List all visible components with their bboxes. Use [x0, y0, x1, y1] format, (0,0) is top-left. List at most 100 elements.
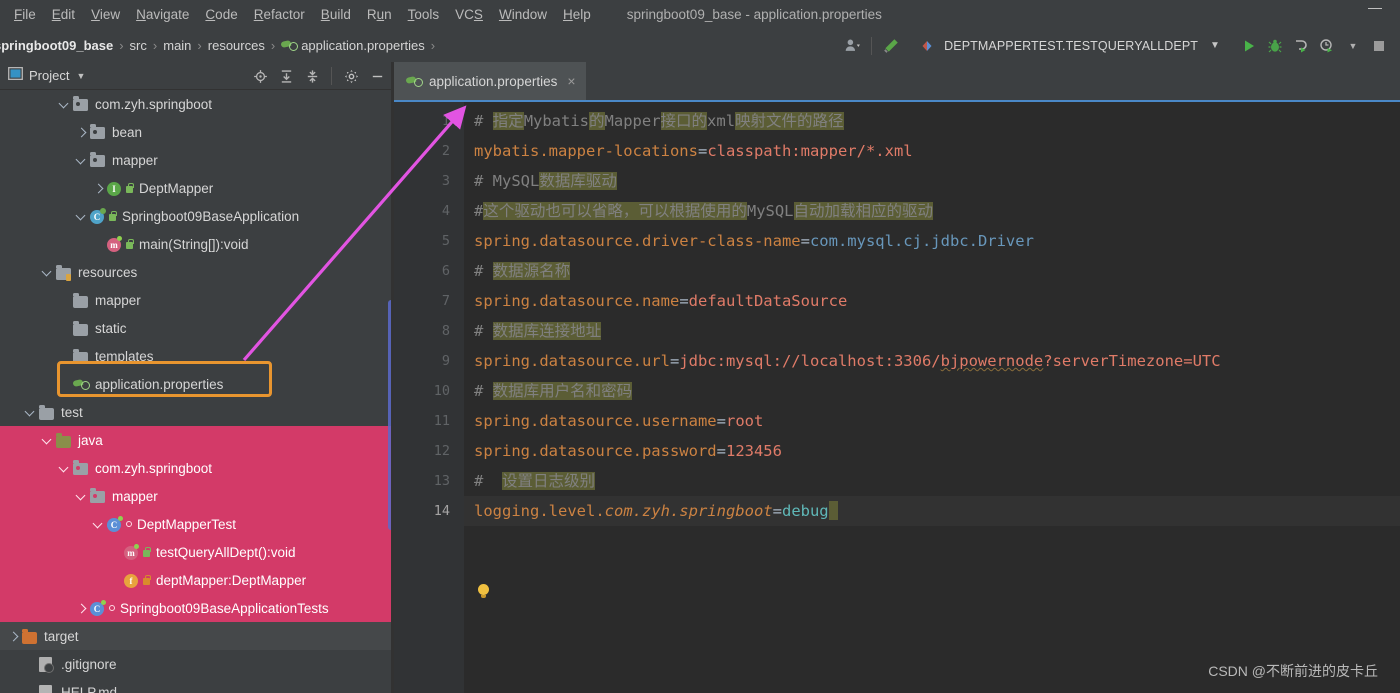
chevron-down-icon[interactable] [75, 210, 88, 223]
gutter-line-number[interactable]: 7 [442, 286, 450, 316]
tree-row[interactable]: mapper [0, 482, 394, 510]
menu-item-refactor[interactable]: Refactor [246, 0, 313, 29]
code-line[interactable]: spring.datasource.password=123456 [474, 436, 782, 466]
gutter-line-number[interactable]: 3 [442, 166, 450, 196]
run-with-coverage-icon[interactable] [1288, 34, 1314, 58]
code-line[interactable]: # 数据源名称 [474, 256, 571, 286]
menu-item-tools[interactable]: Tools [400, 0, 448, 29]
menu-item-vcs[interactable]: VCS [447, 0, 491, 29]
code-line[interactable]: # 设置日志级别 [474, 466, 596, 496]
breadcrumb-src[interactable]: src [130, 38, 147, 53]
editor-gutter[interactable]: 1 2 3 4 5 6 7 8 9 10 11 12 13 14 [394, 102, 464, 693]
chevron-down-icon[interactable]: ▼ [76, 71, 85, 81]
tree-row[interactable]: mapper [0, 286, 394, 314]
chevron-down-icon[interactable] [92, 518, 105, 531]
code-line[interactable]: spring.datasource.username=root [474, 406, 763, 436]
code-line[interactable]: logging.level.com.zyh.springboot=debug [464, 496, 1400, 526]
chevron-right-icon[interactable] [92, 182, 105, 195]
chevron-right-icon[interactable] [7, 630, 20, 643]
project-tree[interactable]: com.zyh.springboot bean mapper I DeptMapp… [0, 90, 394, 693]
code-line[interactable]: spring.datasource.driver-class-name=com.… [474, 226, 1034, 256]
hide-window-icon[interactable] [364, 64, 390, 88]
close-icon[interactable]: × [567, 73, 575, 89]
chevron-down-icon[interactable] [58, 462, 71, 475]
tree-row[interactable]: I DeptMapper [0, 174, 394, 202]
menu-item-run[interactable]: Run [359, 0, 400, 29]
tree-row[interactable]: resources [0, 258, 394, 286]
minimize-button[interactable] [1368, 8, 1382, 9]
tree-row[interactable]: m main(String[]):void [0, 230, 394, 258]
menu-item-code[interactable]: Code [197, 0, 245, 29]
code-line[interactable]: spring.datasource.name=defaultDataSource [474, 286, 847, 316]
chevron-down-icon[interactable] [58, 98, 71, 111]
tree-row[interactable]: test [0, 398, 394, 426]
intention-bulb-icon[interactable] [478, 584, 489, 598]
gutter-line-number[interactable]: 6 [442, 256, 450, 286]
tree-row[interactable]: mapper [0, 146, 394, 174]
chevron-right-icon[interactable] [75, 602, 88, 615]
tree-row[interactable]: C Springboot09BaseApplication [0, 202, 394, 230]
code-line[interactable]: # MySQL数据库驱动 [474, 166, 617, 196]
code-line[interactable]: mybatis.mapper-locations=classpath:mappe… [474, 136, 913, 166]
collapse-all-icon[interactable] [299, 64, 325, 88]
run-icon[interactable] [1236, 34, 1262, 58]
chevron-right-icon[interactable] [75, 126, 88, 139]
debug-icon[interactable] [1262, 34, 1288, 58]
chevron-down-icon[interactable]: ▼ [1340, 34, 1366, 58]
tree-row[interactable]: f deptMapper:DeptMapper [0, 566, 394, 594]
navigate-icon[interactable] [914, 34, 940, 58]
gutter-line-number[interactable]: 5 [442, 226, 450, 256]
tree-row[interactable]: application.properties [0, 370, 394, 398]
run-configuration-selector[interactable]: DEPTMAPPERTEST.TESTQUERYALLDEPT [940, 39, 1202, 53]
code-line[interactable]: spring.datasource.url=jdbc:mysql://local… [474, 346, 1221, 376]
gutter-line-number[interactable]: 10 [434, 376, 450, 406]
gutter-line-number[interactable]: 1 [442, 106, 450, 136]
menu-item-help[interactable]: Help [555, 0, 599, 29]
chevron-down-icon[interactable] [75, 154, 88, 167]
user-icon[interactable] [839, 34, 865, 58]
menu-item-navigate[interactable]: Navigate [128, 0, 197, 29]
gutter-line-number[interactable]: 2 [442, 136, 450, 166]
stop-icon[interactable] [1366, 34, 1392, 58]
code-line[interactable]: # 数据库连接地址 [474, 316, 602, 346]
chevron-down-icon[interactable] [24, 406, 37, 419]
code-line[interactable]: # 指定Mybatis的Mapper接口的xml映射文件的路径 [474, 106, 844, 136]
menu-item-build[interactable]: Build [313, 0, 359, 29]
profile-icon[interactable] [1314, 34, 1340, 58]
locate-icon[interactable] [247, 64, 273, 88]
expand-all-icon[interactable] [273, 64, 299, 88]
chevron-down-icon[interactable] [41, 266, 54, 279]
menu-item-view[interactable]: View [83, 0, 128, 29]
code-line[interactable]: #这个驱动也可以省略，可以根据使用的MySQL自动加载相应的驱动 [474, 196, 934, 226]
breadcrumb-project[interactable]: springboot09_base [0, 38, 113, 53]
tree-row[interactable]: C Springboot09BaseApplicationTests [0, 594, 394, 622]
tree-row[interactable]: com.zyh.springboot [0, 90, 394, 118]
gutter-line-number[interactable]: 4 [442, 196, 450, 226]
gutter-line-number[interactable]: 9 [442, 346, 450, 376]
tree-row[interactable]: templates [0, 342, 394, 370]
gutter-line-number[interactable]: 14 [434, 496, 450, 526]
code-editor[interactable]: 1 2 3 4 5 6 7 8 9 10 11 12 13 14 # 指定Mybatis的Mapper接口… [394, 102, 1400, 693]
gutter-line-number[interactable]: 11 [434, 406, 450, 436]
build-hammer-icon[interactable] [878, 34, 904, 58]
menu-item-window[interactable]: Window [491, 0, 555, 29]
chevron-down-icon[interactable]: ▼ [1202, 34, 1228, 58]
chevron-down-icon[interactable] [41, 434, 54, 447]
tree-row[interactable]: m testQueryAllDept():void [0, 538, 394, 566]
menu-item-file[interactable]: File [6, 0, 44, 29]
tree-row[interactable]: C DeptMapperTest [0, 510, 394, 538]
breadcrumb-main[interactable]: main [163, 38, 191, 53]
editor-tab-application-properties[interactable]: application.properties × [394, 62, 586, 102]
breadcrumb-resources[interactable]: resources [208, 38, 265, 53]
tree-row[interactable]: HELP.md [0, 678, 394, 693]
gutter-line-number[interactable]: 12 [434, 436, 450, 466]
breadcrumb-application-properties[interactable]: application.properties [301, 38, 425, 53]
settings-gear-icon[interactable] [338, 64, 364, 88]
tree-row[interactable]: .gitignore [0, 650, 394, 678]
code-content[interactable]: # 指定Mybatis的Mapper接口的xml映射文件的路径 mybatis.m… [464, 102, 1400, 693]
tree-row[interactable]: java [0, 426, 394, 454]
tree-row[interactable]: static [0, 314, 394, 342]
tree-row[interactable]: bean [0, 118, 394, 146]
gutter-line-number[interactable]: 13 [434, 466, 450, 496]
code-line[interactable]: # 数据库用户名和密码 [474, 376, 633, 406]
